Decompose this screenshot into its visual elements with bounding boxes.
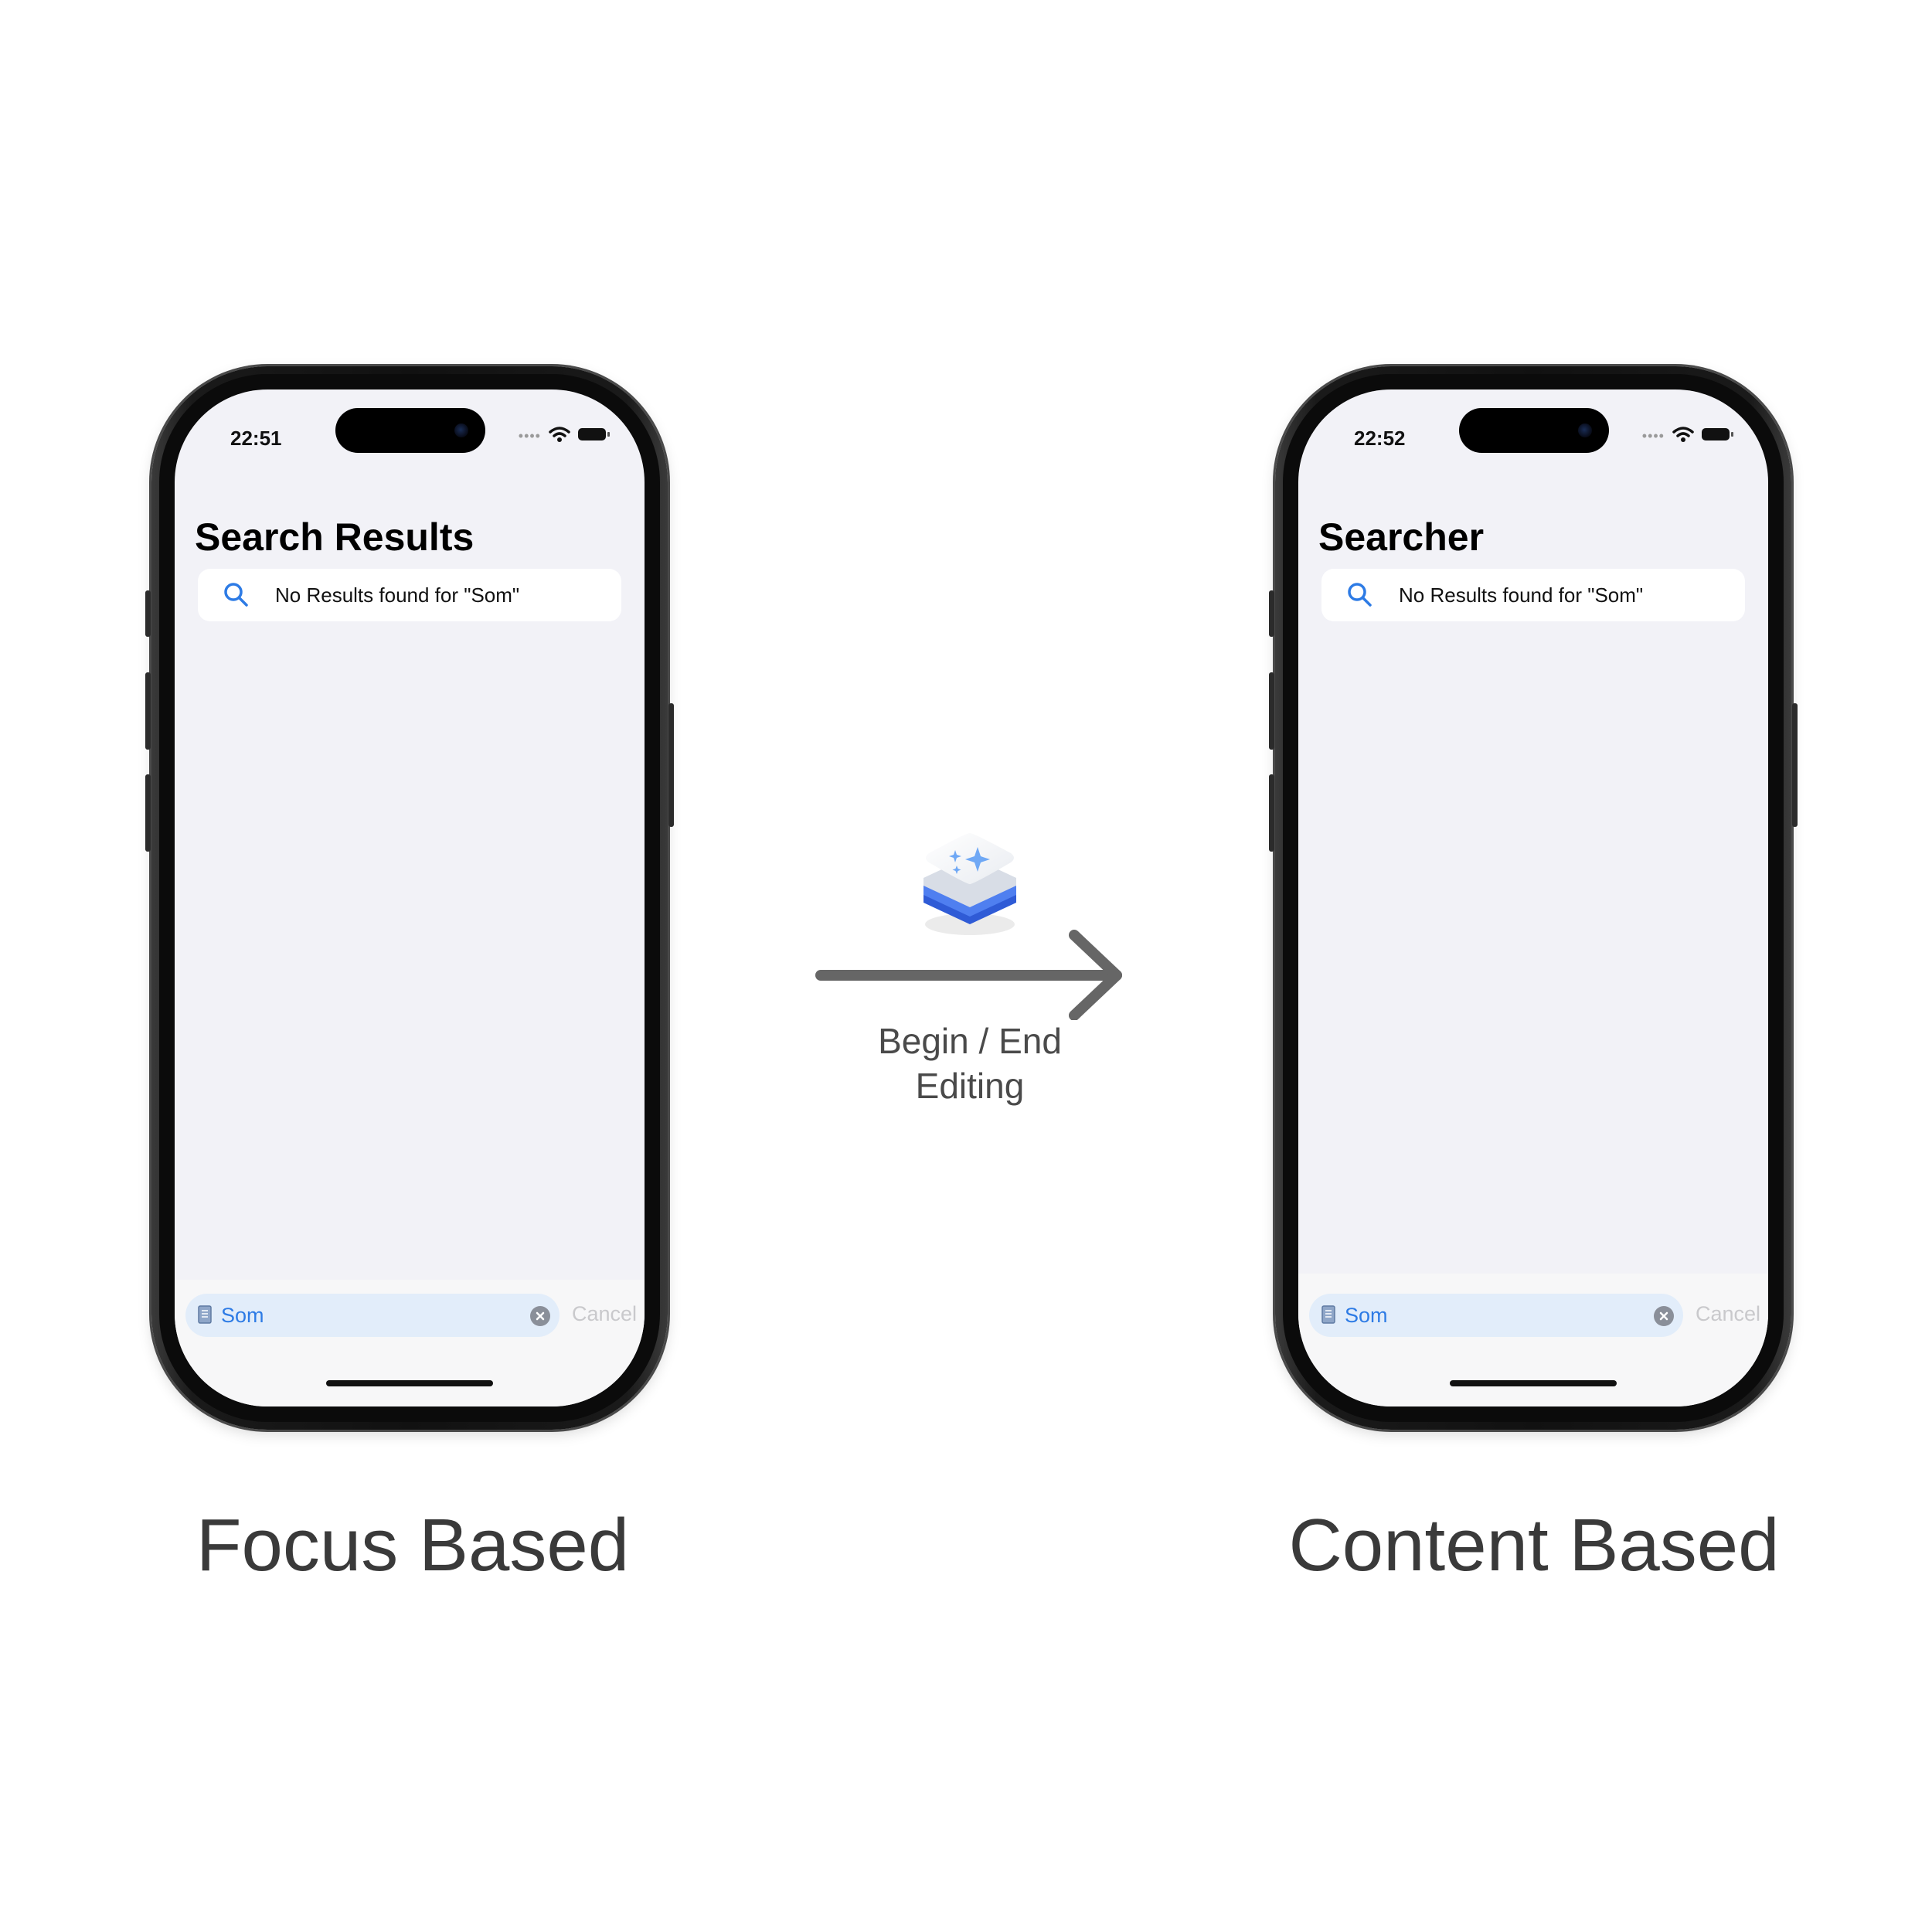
signal-dots-icon: •••• [1641, 428, 1665, 444]
volume-down-button [145, 774, 151, 852]
power-button [1792, 703, 1798, 827]
document-icon [198, 1305, 212, 1324]
clear-x-icon [1659, 1311, 1668, 1321]
search-icon [1348, 583, 1372, 607]
signal-dots-icon: •••• [518, 428, 541, 444]
side-button [145, 590, 151, 637]
volume-down-button [1269, 774, 1274, 852]
camera-icon [1578, 423, 1592, 437]
transition-label: Begin / End Editing [842, 1019, 1097, 1108]
bottom-search-bar: Som Cancel [1298, 1274, 1768, 1406]
battery-icon [578, 427, 610, 440]
right-arrow-icon [815, 930, 1122, 1020]
no-results-text: No Results found for "Som" [275, 583, 520, 607]
home-indicator[interactable] [326, 1380, 493, 1386]
document-icon [1321, 1305, 1335, 1324]
side-button [1269, 590, 1274, 637]
search-value: Som [221, 1304, 264, 1327]
volume-up-button [145, 672, 151, 750]
clear-x-icon [536, 1311, 545, 1321]
volume-up-button [1269, 672, 1274, 750]
search-field[interactable]: Som [185, 1294, 560, 1337]
dynamic-island [1459, 408, 1609, 453]
status-time: 22:52 [1354, 427, 1406, 450]
clear-button[interactable] [530, 1306, 550, 1326]
search-icon [224, 583, 248, 607]
page-title: Searcher [1318, 515, 1485, 559]
no-results-message: No Results found for "Som" [1321, 569, 1745, 621]
clear-button[interactable] [1654, 1306, 1674, 1326]
page-title: Search Results [195, 515, 474, 559]
status-icons: •••• [1641, 423, 1733, 444]
wifi-icon [549, 426, 570, 442]
caption-focus-based: Focus Based [196, 1504, 630, 1587]
power-button [668, 703, 674, 827]
status-time: 22:51 [230, 427, 282, 450]
search-value: Som [1345, 1304, 1388, 1327]
sparkle-stack-app-icon [923, 833, 1016, 935]
phone-screen: 22:52 •••• Searcher No Results found for… [1298, 389, 1768, 1406]
cancel-button[interactable]: Cancel [1696, 1302, 1760, 1326]
status-icons: •••• [518, 423, 610, 444]
no-results-text: No Results found for "Som" [1399, 583, 1644, 607]
no-results-message: No Results found for "Som" [198, 569, 621, 621]
phone-screen: 22:51 •••• Search Results No Results fou… [175, 389, 645, 1406]
wifi-icon [1672, 426, 1694, 442]
cancel-button[interactable]: Cancel [572, 1302, 637, 1326]
phone-right: 22:52 •••• Searcher No Results found for… [1269, 366, 1798, 1430]
search-field[interactable]: Som [1309, 1294, 1683, 1337]
caption-content-based: Content Based [1288, 1504, 1780, 1587]
dynamic-island [335, 408, 485, 453]
bottom-search-bar: Som Cancel [175, 1280, 645, 1406]
home-indicator[interactable] [1450, 1380, 1617, 1386]
camera-icon [454, 423, 468, 437]
transition-label-line2: Editing [915, 1066, 1025, 1106]
battery-icon [1702, 427, 1733, 440]
phone-left: 22:51 •••• Search Results No Results fou… [145, 366, 674, 1430]
transition-label-line1: Begin / End [878, 1021, 1062, 1061]
